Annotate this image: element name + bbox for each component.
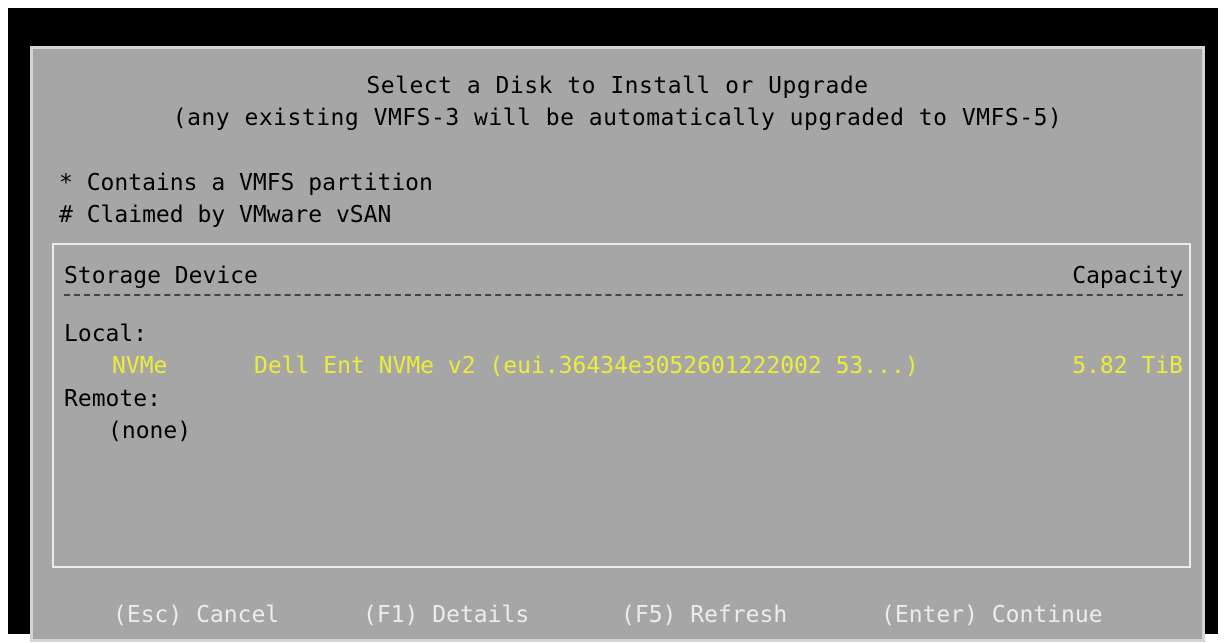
refresh-key[interactable]: (F5) Refresh bbox=[621, 601, 787, 629]
key-bar: (Esc) Cancel (F1) Details (F5) Refresh (… bbox=[33, 601, 1202, 629]
storage-device-list: Storage Device Capacity Local: NVMe Dell… bbox=[52, 243, 1191, 568]
disk-select-dialog: Select a Disk to Install or Upgrade (any… bbox=[30, 46, 1205, 642]
console-screen: Select a Disk to Install or Upgrade (any… bbox=[8, 8, 1218, 642]
group-remote-label: Remote: bbox=[64, 386, 161, 412]
remote-none: (none) bbox=[108, 418, 192, 444]
device-name: Dell Ent NVMe v2 (eui.36434e305260122200… bbox=[254, 353, 919, 379]
dialog-title: Select a Disk to Install or Upgrade bbox=[366, 73, 869, 99]
header-divider bbox=[64, 294, 1183, 296]
cancel-key[interactable]: (Esc) Cancel bbox=[113, 601, 279, 629]
column-header-capacity: Capacity bbox=[1072, 263, 1183, 289]
group-local-label: Local: bbox=[64, 321, 148, 347]
dialog-subtitle: (any existing VMFS-3 will be automatical… bbox=[172, 105, 1063, 131]
legend-vsan: # Claimed by VMware vSAN bbox=[59, 202, 392, 228]
column-header-device: Storage Device bbox=[64, 263, 258, 289]
device-row-nvme[interactable]: NVMe Dell Ent NVMe v2 (eui.36434e3052601… bbox=[64, 352, 1183, 380]
device-type: NVMe bbox=[112, 353, 168, 379]
details-key[interactable]: (F1) Details bbox=[363, 601, 529, 629]
device-capacity: 5.82 TiB bbox=[1072, 353, 1183, 379]
continue-key[interactable]: (Enter) Continue bbox=[881, 601, 1103, 629]
legend-vmfs: * Contains a VMFS partition bbox=[59, 170, 433, 196]
